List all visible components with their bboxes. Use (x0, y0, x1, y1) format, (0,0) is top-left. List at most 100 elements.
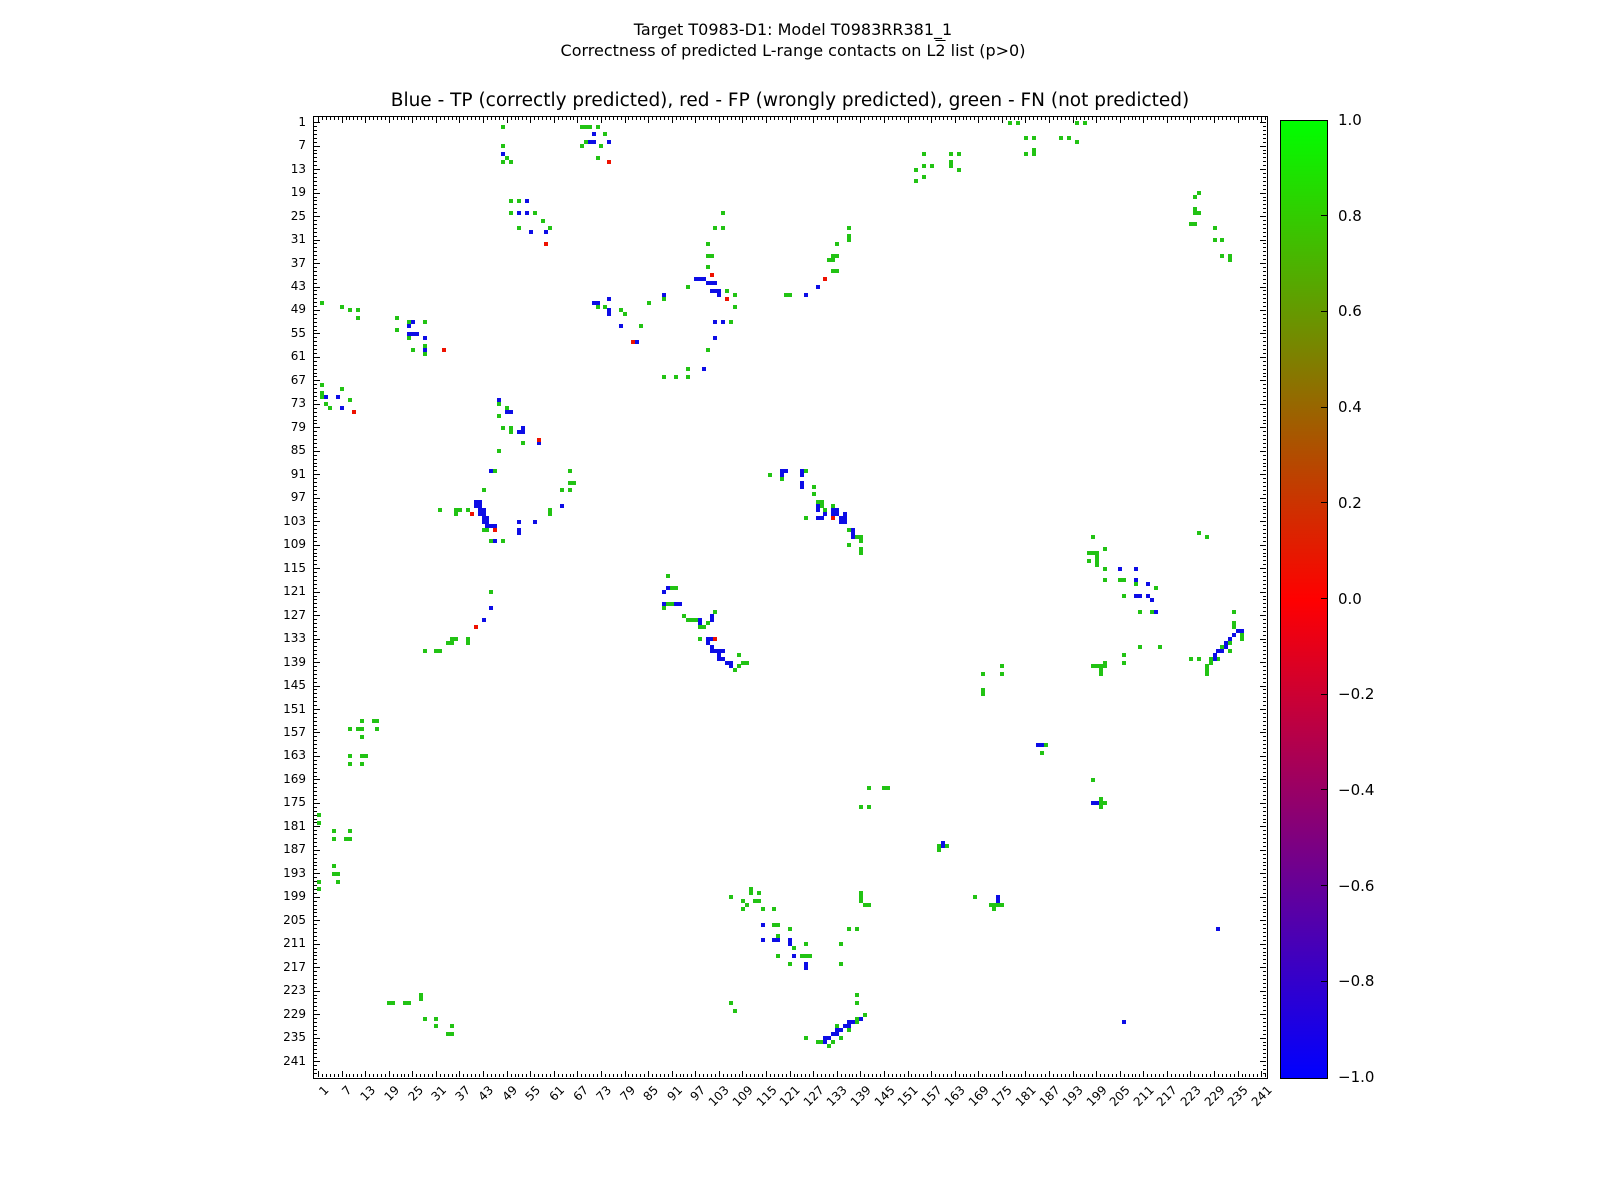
axis-minor-tick (636, 117, 638, 120)
axis-minor-tick (1263, 141, 1266, 143)
y-tick-label: 79 (290, 419, 306, 434)
axis-minor-tick (589, 1074, 591, 1077)
axis-minor-tick (1170, 117, 1172, 120)
axis-minor-tick (314, 650, 317, 652)
axis-major-tick (860, 1071, 862, 1077)
contact-cell (336, 879, 341, 884)
axis-minor-tick (1263, 947, 1266, 949)
axis-minor-tick (1263, 795, 1266, 797)
axis-minor-tick (781, 1074, 783, 1077)
axis-minor-tick (1052, 117, 1054, 120)
contact-cell (807, 953, 812, 958)
axis-minor-tick (1263, 321, 1266, 323)
axis-major-tick (1260, 309, 1266, 311)
axis-minor-tick (903, 117, 905, 120)
contact-cell (1196, 191, 1201, 196)
axis-minor-tick (1147, 1074, 1149, 1077)
axis-minor-tick (844, 1074, 846, 1077)
axis-minor-tick (1263, 928, 1266, 930)
axis-minor-tick (986, 1074, 988, 1077)
axis-minor-tick (852, 1074, 854, 1077)
contact-cell (623, 312, 628, 317)
axis-major-tick (314, 755, 320, 757)
axis-minor-tick (1263, 255, 1266, 257)
axis-major-tick (931, 1071, 933, 1077)
contact-cell (831, 257, 836, 262)
axis-minor-tick (1131, 1074, 1133, 1077)
axis-minor-tick (927, 1074, 929, 1077)
axis-major-tick (314, 427, 320, 429)
axis-minor-tick (1241, 117, 1243, 120)
axis-minor-tick (738, 1074, 740, 1077)
colorbar-label: 0.2 (1338, 493, 1362, 512)
y-tick-label: 115 (283, 560, 306, 575)
axis-minor-tick (1111, 117, 1113, 120)
axis-minor-tick (1263, 536, 1266, 538)
contact-cell (1102, 566, 1107, 571)
axis-minor-tick (593, 1074, 595, 1077)
axis-minor-tick (314, 1006, 317, 1008)
axis-minor-tick (675, 1074, 677, 1077)
axis-minor-tick (938, 117, 940, 120)
axis-minor-tick (314, 771, 317, 773)
axis-major-tick (412, 117, 414, 123)
axis-minor-tick (1029, 117, 1031, 120)
axis-minor-tick (1263, 650, 1266, 652)
axis-major-tick (624, 117, 626, 123)
axis-minor-tick (314, 806, 317, 808)
axis-minor-tick (1263, 501, 1266, 503)
axis-minor-tick (1131, 117, 1133, 120)
axis-minor-tick (1029, 1074, 1031, 1077)
contact-cell (1137, 644, 1142, 649)
axis-minor-tick (608, 117, 610, 120)
axis-minor-tick (565, 1074, 567, 1077)
axis-minor-tick (722, 117, 724, 120)
contact-cell (921, 163, 926, 168)
axis-minor-tick (1263, 783, 1266, 785)
contact-cell (803, 942, 808, 947)
contact-cell (850, 1020, 855, 1025)
axis-minor-tick (479, 117, 481, 120)
axis-minor-tick (1263, 931, 1266, 933)
axis-major-tick (1190, 117, 1192, 123)
axis-major-tick (1260, 192, 1266, 194)
contact-cell (336, 394, 341, 399)
contact-cell (1212, 238, 1217, 243)
axis-minor-tick (1104, 117, 1105, 120)
axis-minor-tick (1263, 1068, 1266, 1070)
axis-minor-tick (416, 117, 418, 120)
axis-minor-tick (1263, 407, 1266, 409)
axis-major-tick (314, 497, 320, 499)
axis-minor-tick (314, 1002, 317, 1004)
axis-major-tick (907, 1071, 909, 1077)
axis-minor-tick (616, 117, 618, 120)
axis-minor-tick (1263, 763, 1266, 765)
axis-minor-tick (502, 1074, 504, 1077)
contact-cell (332, 828, 337, 833)
axis-minor-tick (644, 117, 646, 120)
contact-cell (497, 449, 502, 454)
axis-minor-tick (1263, 517, 1266, 519)
axis-minor-tick (1135, 117, 1137, 120)
axis-minor-tick (1123, 1074, 1125, 1077)
axis-minor-tick (1263, 345, 1266, 347)
axis-minor-tick (314, 1049, 317, 1051)
axis-minor-tick (314, 313, 317, 315)
axis-minor-tick (447, 1074, 449, 1077)
axis-minor-tick (1263, 912, 1266, 914)
y-tick-label: 67 (290, 372, 306, 387)
contact-cell (929, 163, 934, 168)
contact-cell (760, 922, 765, 927)
contact-cell (744, 660, 749, 665)
contact-cell (1074, 120, 1079, 125)
axis-minor-tick (561, 117, 563, 120)
axis-minor-tick (773, 117, 775, 120)
axis-minor-tick (314, 431, 317, 433)
axis-minor-tick (1263, 223, 1266, 225)
axis-minor-tick (314, 176, 317, 178)
contact-cell (347, 308, 352, 313)
axis-major-tick (314, 920, 320, 922)
contact-cell (776, 953, 781, 958)
axis-minor-tick (314, 798, 317, 800)
contact-cell (823, 277, 828, 282)
